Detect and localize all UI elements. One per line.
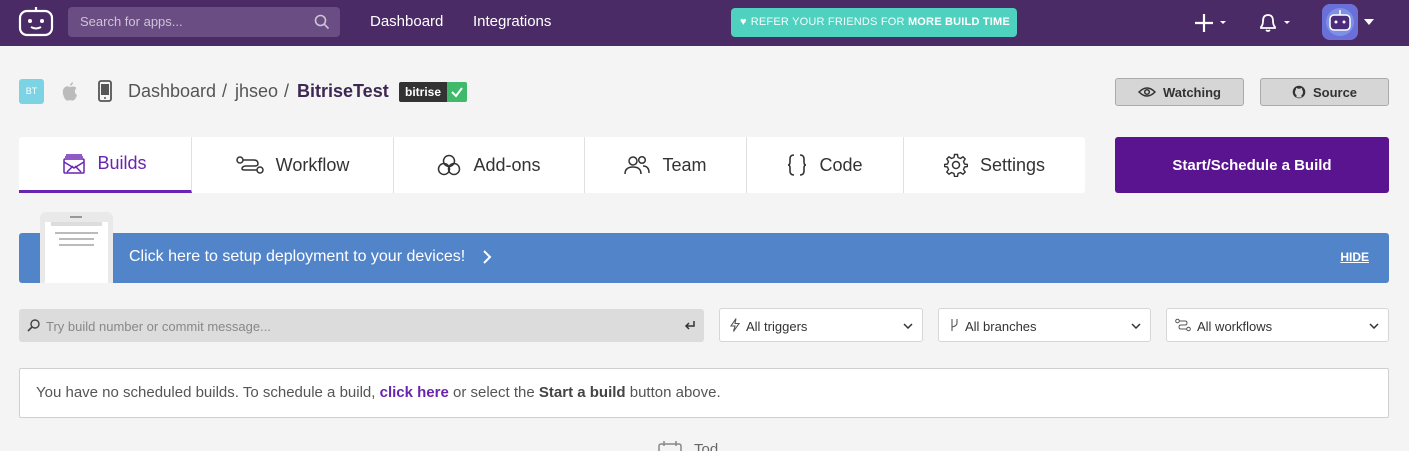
chevron-down-icon <box>1369 323 1379 329</box>
apple-icon <box>62 82 77 101</box>
refer-prefix: REFER YOUR FRIENDS FOR <box>750 16 905 28</box>
build-search-placeholder: Try build number or commit message... <box>46 319 271 334</box>
code-braces-icon <box>788 154 807 176</box>
nav-integrations-link[interactable]: Integrations <box>473 13 551 30</box>
notifications-bell-icon[interactable] <box>1257 12 1295 34</box>
calendar-icon <box>658 441 682 451</box>
github-icon <box>1292 85 1306 99</box>
tab-code[interactable]: Code <box>747 137 904 193</box>
app-search-field[interactable]: Search for apps... <box>68 7 340 37</box>
tab-code-label: Code <box>819 154 863 175</box>
tab-settings-label: Settings <box>979 154 1046 175</box>
team-icon <box>624 155 651 175</box>
tab-workflow[interactable]: Workflow <box>192 137 394 193</box>
breadcrumb-dashboard[interactable]: Dashboard <box>128 81 216 102</box>
source-label: Source <box>1312 84 1358 100</box>
tab-workflow-label: Workflow <box>275 154 350 175</box>
app-tabs: Builds Workflow Add-ons Team Code Settin… <box>19 137 1085 193</box>
top-navigation-bar: Search for apps... Dashboard Integration… <box>0 0 1409 46</box>
check-icon <box>447 82 468 102</box>
breadcrumb-owner[interactable]: jhseo <box>235 81 278 102</box>
deployment-setup-banner[interactable]: Click here to setup deployment to your d… <box>19 212 1389 283</box>
hide-banner-link[interactable]: HIDE <box>1340 250 1369 264</box>
builds-day-heading: Tod <box>694 441 719 451</box>
source-button[interactable]: Source <box>1260 78 1389 106</box>
triggers-filter-value: All triggers <box>746 319 808 334</box>
workflow-icon <box>235 156 264 174</box>
chevron-right-icon <box>483 250 492 264</box>
breadcrumb-separator: / <box>284 81 290 101</box>
workflows-filter-select[interactable]: All workflows <box>1166 308 1389 342</box>
status-tag-label: bitrise <box>399 82 448 102</box>
android-device-icon <box>98 80 112 102</box>
branches-filter-select[interactable]: All branches <box>938 308 1151 342</box>
notice-part1: You have no scheduled builds. To schedul… <box>36 384 376 401</box>
watching-button[interactable]: Watching <box>1115 78 1244 106</box>
user-avatar[interactable] <box>1322 4 1358 40</box>
notice-part2: or select the <box>453 384 535 401</box>
bitrise-logo-icon[interactable] <box>18 6 54 38</box>
tab-team-label: Team <box>662 154 707 175</box>
addons-icon <box>438 154 461 176</box>
tab-addons-label: Add-ons <box>473 154 541 175</box>
add-new-menu-icon[interactable] <box>1194 12 1230 34</box>
schedule-build-link[interactable]: click here <box>380 384 449 401</box>
chevron-down-icon[interactable] <box>1364 19 1374 25</box>
heart-icon: ♥ <box>740 16 747 28</box>
gear-icon <box>943 153 968 177</box>
lightning-icon <box>729 318 741 332</box>
build-search-input[interactable]: Try build number or commit message... <box>19 309 704 342</box>
robot-avatar-icon <box>1322 4 1358 40</box>
app-initials-badge: BT <box>19 79 44 104</box>
search-icon <box>27 319 40 332</box>
breadcrumb-separator: / <box>222 81 228 101</box>
chevron-down-icon <box>903 323 913 329</box>
notice-part3: button above. <box>629 384 721 401</box>
tab-settings[interactable]: Settings <box>904 137 1085 193</box>
chevron-down-icon <box>1131 323 1141 329</box>
search-icon[interactable] <box>314 14 330 30</box>
refer-highlight: MORE BUILD TIME <box>907 16 1010 28</box>
app-search-placeholder: Search for apps... <box>80 14 183 29</box>
breadcrumb-app-name: BitriseTest <box>297 81 389 101</box>
tab-builds[interactable]: Builds <box>19 137 192 193</box>
tab-builds-label: Builds <box>97 153 147 173</box>
tab-addons[interactable]: Add-ons <box>394 137 585 193</box>
workflows-filter-value: All workflows <box>1197 319 1273 334</box>
tab-team[interactable]: Team <box>585 137 747 193</box>
triggers-filter-select[interactable]: All triggers <box>719 308 923 342</box>
notice-start-build-text: Start a build <box>538 384 626 401</box>
notice-text: You have no scheduled builds. To schedul… <box>36 384 721 401</box>
branch-icon <box>951 319 958 331</box>
workflow-icon <box>1175 318 1191 332</box>
phone-illustration <box>40 212 113 283</box>
build-status-tag: bitrise <box>399 82 468 102</box>
builds-icon <box>63 153 86 174</box>
deployment-banner-text: Click here to setup deployment to your d… <box>129 248 466 265</box>
branches-filter-value: All branches <box>965 319 1037 334</box>
start-schedule-build-button[interactable]: Start/Schedule a Build <box>1115 137 1389 193</box>
enter-key-icon <box>684 321 695 330</box>
watching-label: Watching <box>1162 84 1221 100</box>
refer-friends-banner[interactable]: ♥ REFER YOUR FRIENDS FOR MORE BUILD TIME <box>731 8 1017 37</box>
nav-dashboard-link[interactable]: Dashboard <box>370 13 443 30</box>
eye-icon <box>1137 87 1156 97</box>
no-scheduled-builds-notice: You have no scheduled builds. To schedul… <box>19 368 1389 418</box>
